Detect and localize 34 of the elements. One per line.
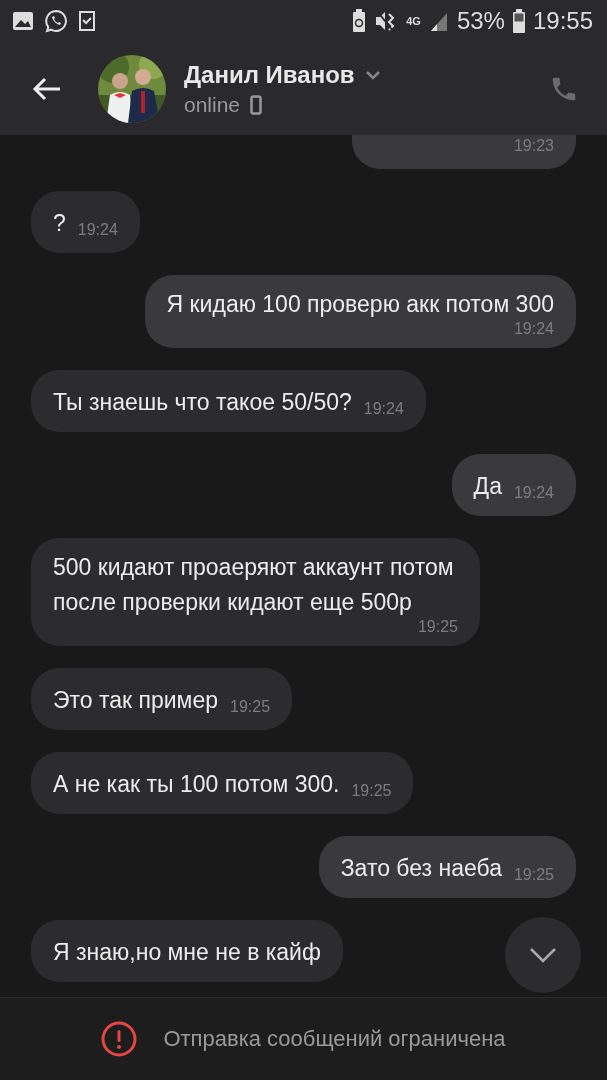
network-type: 4G (406, 15, 421, 27)
message-text: А не как ты 100 потом 300. (53, 770, 340, 799)
battery-percent: 53% (456, 7, 505, 35)
message-text: Ты знаешь что такое 50/50? (53, 388, 352, 417)
chevron-down-icon[interactable] (364, 69, 381, 80)
contact-name[interactable]: Данил Иванов (184, 60, 355, 89)
restriction-notice: Отправка сообщений ограничена (163, 1026, 506, 1052)
message-time: 19:23 (513, 137, 554, 156)
message-text: 500 кидают проаеряют аккаунт потом после проверки кидают еще 500р (53, 553, 455, 617)
message-text: Я знаю,но мне не в кайф (53, 938, 321, 967)
message-time: 19:24 (363, 400, 404, 419)
message-time: 19:24 (513, 484, 554, 503)
phone-bubble-icon (44, 9, 68, 33)
message-time: 19:25 (513, 866, 554, 885)
warning-icon (101, 1021, 138, 1057)
battery-icon (512, 9, 525, 33)
chevron-down-icon[interactable] (529, 947, 557, 963)
message-time: 19:24 (77, 221, 118, 240)
message-time: 19:25 (230, 698, 271, 717)
clipboard-check-icon (78, 10, 96, 32)
message-time: 19:25 (417, 618, 458, 637)
message-text: Зато без наеба (340, 854, 502, 883)
clock: 19:55 (532, 7, 593, 35)
message-text: Я кидаю 100 проверю акк потом 300 (166, 290, 554, 319)
message-time: 19:24 (513, 320, 554, 339)
image-icon (12, 11, 34, 31)
online-status: online (184, 92, 241, 117)
phone-device-icon (250, 94, 263, 115)
message-time: 19:25 (351, 782, 392, 801)
message-text: Да (473, 472, 502, 501)
message-text: Это так пример (53, 686, 218, 715)
signal-icon (428, 11, 449, 31)
battery-recycle-icon (352, 9, 367, 33)
message-text: ? (53, 209, 66, 238)
